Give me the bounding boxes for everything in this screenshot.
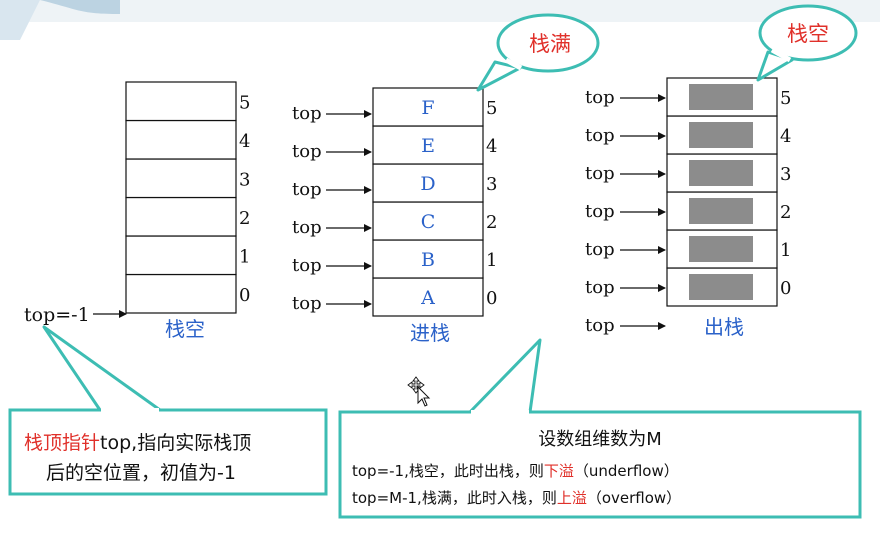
push-stack-item: E	[421, 135, 435, 157]
stack-index-label: 2	[486, 212, 497, 233]
top-pointer-label: top	[292, 179, 322, 200]
note-right-line2: top=M-1,栈满，此时入栈，则上溢（overflow）	[352, 489, 681, 507]
stack-index-label: 0	[486, 288, 497, 309]
stack-full-callout: 栈满	[476, 13, 600, 92]
empty-stack-cell	[125, 119, 237, 160]
move-cursor-icon	[407, 376, 431, 407]
empty-stack-cell	[125, 235, 237, 276]
pop-stack-caption: 出栈	[704, 315, 744, 339]
stack-index-label: 1	[486, 250, 497, 271]
note-right-line1-red: 下溢	[544, 462, 574, 480]
stack-index-label: 5	[780, 88, 791, 109]
popped-slot-shade	[689, 84, 753, 110]
popped-slot-shade	[689, 274, 753, 300]
slide-header-decoration	[0, 0, 880, 40]
empty-stack-cell	[125, 81, 237, 122]
note-right-line1-pre: top=-1,栈空，此时出栈，则	[352, 462, 544, 480]
empty-stack-caption: 栈空	[165, 317, 205, 341]
top-pointer-label: top	[292, 103, 322, 124]
popped-slot-shade	[689, 198, 753, 224]
empty-stack-indices: 0 1 2 3 4 5	[239, 92, 250, 306]
note-right-line2-post: （overflow）	[587, 489, 681, 507]
note-left-line1-rest: top,指向实际栈顶	[100, 432, 251, 454]
stack-index-label: 3	[486, 174, 497, 195]
stack-index-label: 2	[239, 208, 250, 229]
top-pointer-label: top	[292, 141, 322, 162]
stack-index-label: 5	[486, 98, 497, 119]
push-stack-item: C	[421, 211, 436, 233]
push-stack-item: D	[420, 173, 435, 195]
push-stack: ABCDEF 0 1 2 3 4 5 top top top top top top 进栈	[292, 87, 497, 345]
stack-index-label: 0	[780, 278, 791, 299]
top-pointer-label: top	[585, 201, 615, 222]
note-left-red-text: 栈顶指针	[24, 432, 100, 454]
top-pointer-label: top	[292, 217, 322, 238]
note-right-line2-pre: top=M-1,栈满，此时入栈，则	[352, 489, 557, 507]
pop-stack-indices: 0 1 2 3 4 5	[780, 88, 791, 299]
top-pointer-label: top	[585, 125, 615, 146]
top-pointer-label: top	[292, 293, 322, 314]
push-stack-pointers: top top top top top top	[292, 103, 372, 314]
note-right-title: 设数组维数为M	[538, 429, 662, 450]
stack-index-label: 3	[239, 169, 250, 190]
push-stack-indices: 0 1 2 3 4 5	[486, 98, 497, 309]
note-right-line1-post: （underflow）	[574, 462, 679, 480]
stack-index-label: 4	[239, 131, 250, 152]
stack-index-label: 3	[780, 164, 791, 185]
note-right-line1: top=-1,栈空，此时出栈，则下溢（underflow）	[352, 462, 679, 480]
note-left-line2: 后的空位置，初值为-1	[46, 462, 236, 484]
top-pointer-label: top	[585, 277, 615, 298]
popped-slot-shade	[689, 122, 753, 148]
top-pointer-note: 栈顶指针top,指向实际栈顶 后的空位置，初值为-1	[8, 325, 328, 496]
pop-stack: 0 1 2 3 4 5 top top top top top top top 出栈	[585, 77, 791, 339]
top-pointer-label: top	[292, 255, 322, 276]
top-pointer-label: top	[585, 239, 615, 260]
stack-index-label: 5	[239, 92, 250, 113]
empty-stack-cell	[125, 273, 237, 314]
pop-stack-cells	[666, 77, 778, 307]
push-stack-item: B	[421, 249, 435, 271]
empty-stack-cell	[125, 158, 237, 199]
popped-slot-shade	[689, 236, 753, 262]
stack-index-label: 1	[239, 246, 250, 267]
popped-slot-shade	[689, 160, 753, 186]
slide: 012345 top=-1 栈空 ABCDEF 012345 top top top…	[0, 0, 880, 533]
overflow-note: 设数组维数为M top=-1,栈空，此时出栈，则下溢（underflow） to…	[338, 338, 862, 519]
push-stack-caption: 进栈	[410, 321, 450, 345]
pop-stack-pointers: top top top top top top top	[585, 87, 666, 336]
stack-index-label: 1	[780, 240, 791, 261]
top-pointer-label: top	[585, 163, 615, 184]
push-stack-item: A	[420, 287, 435, 309]
stack-index-label: 0	[239, 285, 250, 306]
stack-index-label: 4	[780, 126, 791, 147]
empty-stack: 0 1 2 3 4 5 top=-1 栈空	[24, 81, 250, 341]
push-stack-cells	[372, 87, 484, 317]
stack-full-callout-text: 栈满	[529, 32, 571, 56]
note-right-line2-red: 上溢	[557, 489, 587, 507]
stack-empty-callout-text: 栈空	[787, 22, 829, 46]
stack-index-label: 2	[780, 202, 791, 223]
top-minus-one-label: top=-1	[24, 304, 90, 326]
top-pointer-label: top	[585, 315, 615, 336]
empty-stack-cells	[125, 81, 237, 314]
push-stack-item: F	[421, 97, 434, 119]
stack-diagram: 012345 top=-1 栈空 ABCDEF 012345 toptoptop…	[0, 0, 880, 519]
top-pointer-label: top	[585, 87, 615, 108]
note-left-line1: 栈顶指针top,指向实际栈顶	[24, 432, 251, 454]
stack-empty-callout: 栈空	[756, 4, 858, 82]
stack-index-label: 4	[486, 136, 497, 157]
empty-stack-cell	[125, 196, 237, 237]
